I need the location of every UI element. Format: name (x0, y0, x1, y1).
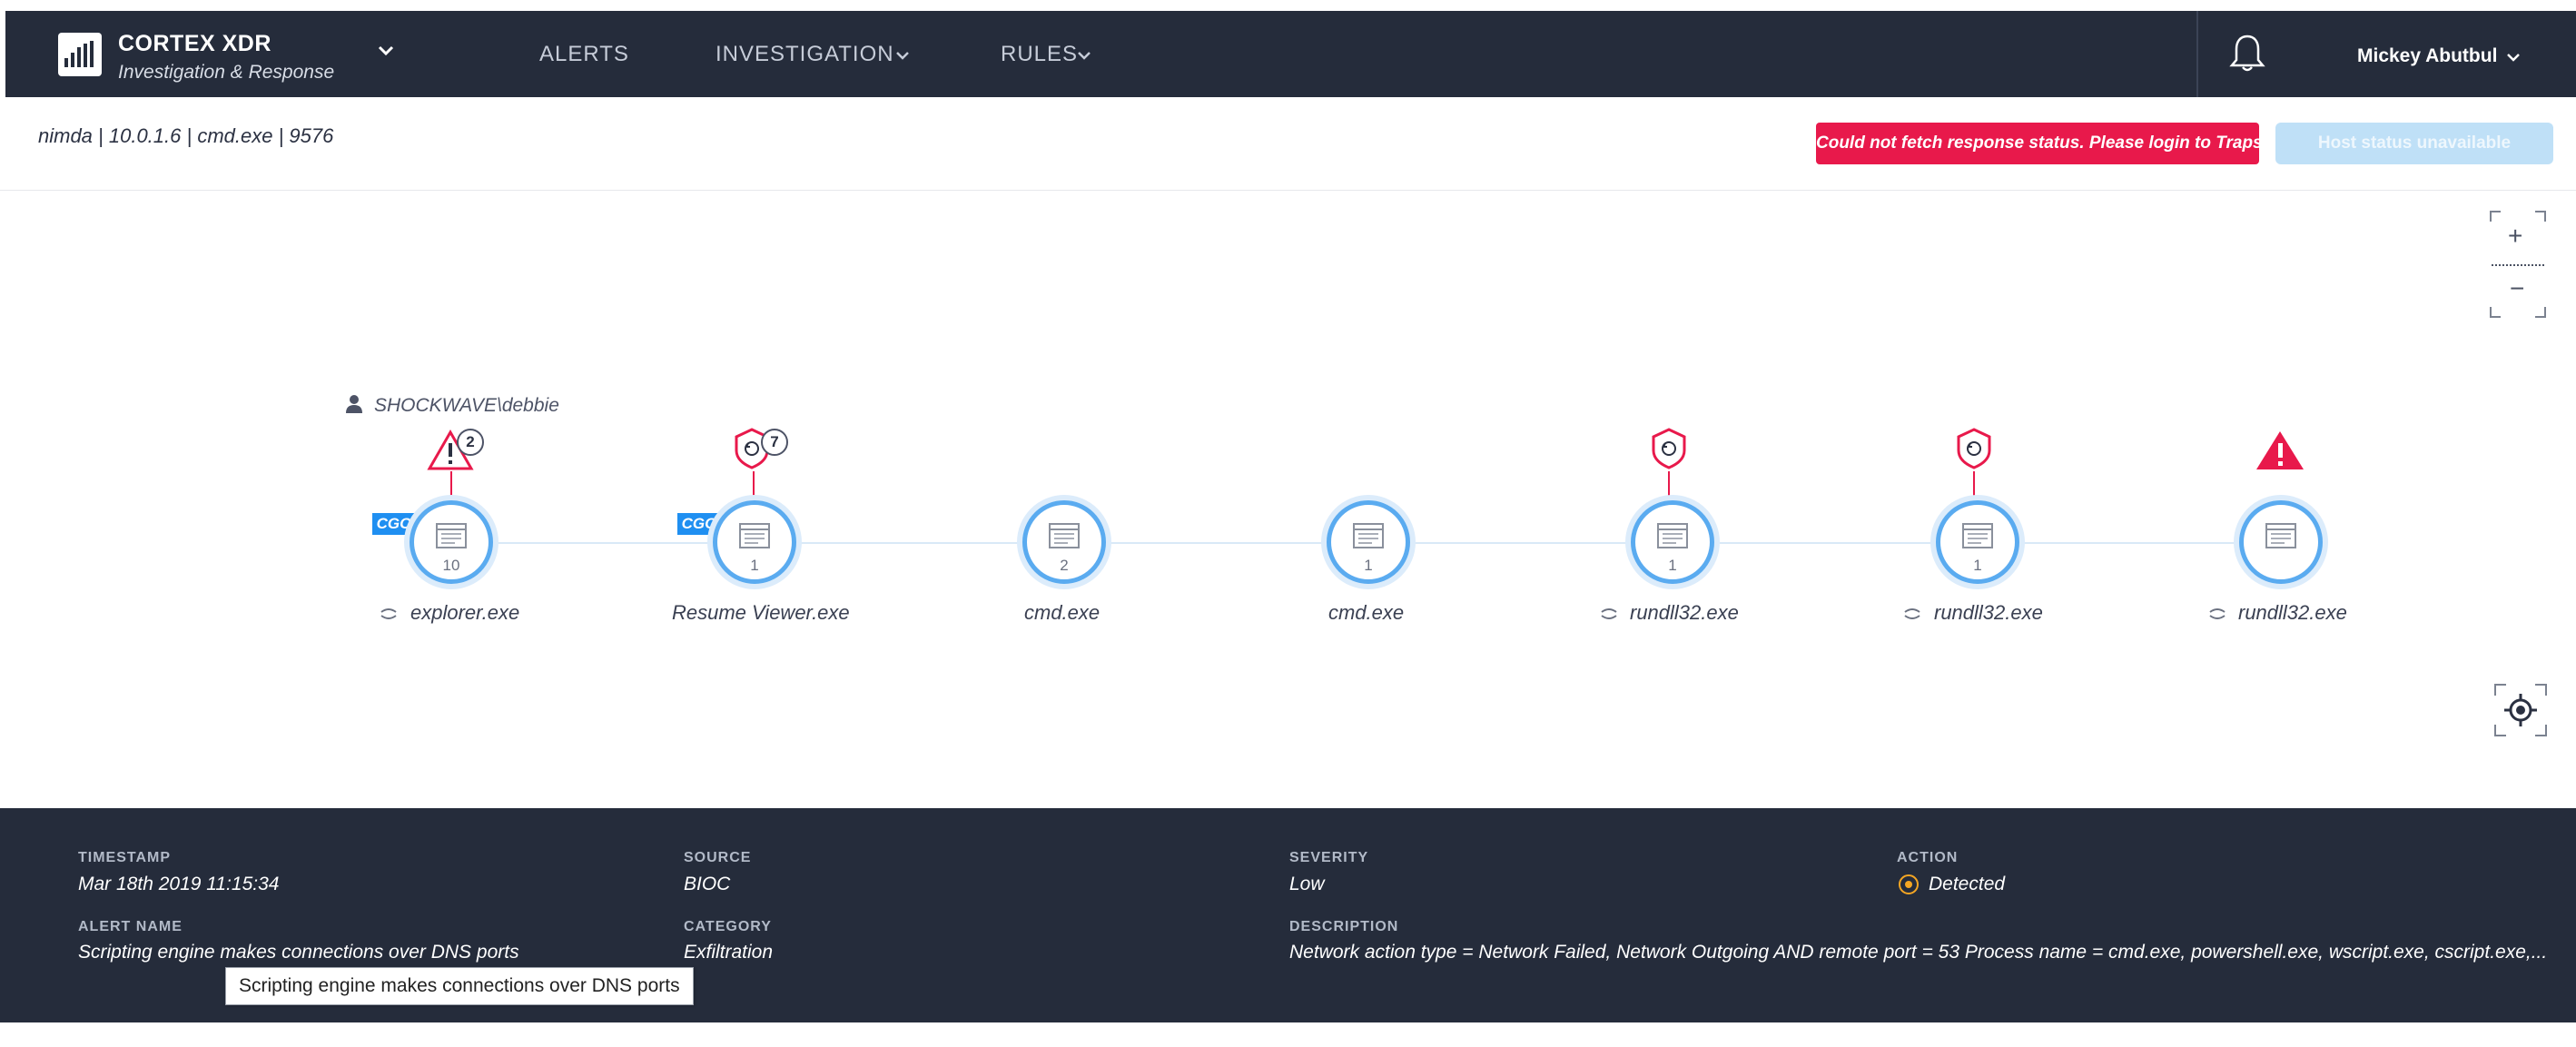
nav-alerts[interactable]: ALERTS (539, 42, 629, 67)
window-icon (1049, 523, 1080, 548)
category-value: Exfiltration (684, 942, 774, 963)
alert-name-value[interactable]: Scripting engine makes connections over … (78, 942, 519, 963)
brand-title[interactable]: CORTEX XDR (118, 31, 271, 57)
timestamp-label: TIMESTAMP (78, 850, 172, 865)
window-icon (1962, 523, 1993, 548)
process-node-cmd-2[interactable]: 1 (1321, 495, 1416, 589)
process-node-cmd-1[interactable]: 2 (1017, 495, 1111, 589)
timestamp-value: Mar 18th 2019 11:15:34 (78, 874, 280, 894)
node-count: 1 (1364, 557, 1373, 574)
host-status-button[interactable]: Host status unavailable (2275, 123, 2553, 164)
node-label: cmd.exe (1024, 601, 1100, 624)
window-icon (1353, 523, 1384, 548)
action-label: ACTION (1897, 850, 1959, 865)
description-value[interactable]: Network action type = Network Failed, Ne… (1289, 942, 2547, 963)
node-label: cmd.exe (1328, 601, 1405, 624)
chevron-down-icon[interactable] (2506, 53, 2521, 62)
node-count: 1 (1668, 557, 1677, 574)
link-icon (380, 608, 397, 619)
window-icon (2265, 523, 2296, 548)
top-navbar: CORTEX XDR Investigation & Response ALER… (5, 11, 2576, 97)
causality-graph: SHOCKWAVE\debbie 2 CGO 10 explorer.exe 7… (0, 191, 2576, 808)
process-node-rundll32-2[interactable]: 1 (1930, 495, 2025, 589)
chevron-down-icon[interactable] (378, 45, 394, 56)
node-label: rundll32.exe (1630, 601, 1739, 624)
context-bar: nimda | 10.0.1.6 | cmd.exe | 9576 Could … (0, 97, 2576, 191)
window-icon (1657, 523, 1688, 548)
window-icon (436, 523, 467, 548)
shield-icon[interactable] (1650, 427, 1688, 470)
nav-rules[interactable]: RULES (1001, 42, 1078, 67)
chevron-down-icon[interactable] (1077, 51, 1091, 60)
app-window: CORTEX XDR Investigation & Response ALER… (0, 0, 2576, 1047)
shield-icon[interactable] (1955, 427, 1993, 470)
node-label: rundll32.exe (2238, 601, 2347, 624)
alert-name-label: ALERT NAME (78, 919, 183, 934)
node-label: Resume Viewer.exe (672, 601, 850, 624)
action-value: Detected (1929, 874, 2006, 894)
chevron-down-icon[interactable] (895, 51, 910, 60)
node-count: 2 (1060, 557, 1069, 574)
brand-subtitle[interactable]: Investigation & Response (118, 62, 334, 84)
description-label: DESCRIPTION (1289, 919, 1399, 934)
user-menu[interactable]: Mickey Abutbul (2357, 45, 2497, 67)
process-node-resume-viewer[interactable]: 1 (707, 495, 802, 589)
user-icon (346, 395, 362, 413)
breadcrumb: nimda | 10.0.1.6 | cmd.exe | 9576 (38, 124, 334, 147)
response-status-error-button[interactable]: Could not fetch response status. Please … (1816, 123, 2263, 164)
process-node-rundll32-1[interactable]: 1 (1625, 495, 1720, 589)
node-label: rundll32.exe (1934, 601, 2043, 624)
node-count: 1 (1973, 557, 1982, 574)
nav-investigation[interactable]: INVESTIGATION (716, 42, 894, 67)
process-node-explorer[interactable]: 10 (404, 495, 498, 589)
user-account-label: SHOCKWAVE\debbie (374, 395, 559, 416)
severity-label: SEVERITY (1289, 850, 1369, 865)
cortex-logo-icon[interactable] (58, 33, 102, 76)
source-label: SOURCE (684, 850, 752, 865)
nav-divider (2196, 11, 2198, 97)
node-count: 10 (442, 557, 460, 574)
category-label: CATEGORY (684, 919, 772, 934)
action-status-icon (1899, 874, 1919, 894)
window-icon (739, 523, 770, 548)
bell-icon[interactable] (2227, 33, 2267, 74)
link-icon (1601, 608, 1617, 619)
alert-name-tooltip: Scripting engine makes connections over … (225, 967, 694, 1005)
warning-filled-icon[interactable] (2255, 430, 2305, 471)
process-node-rundll32-3[interactable] (2234, 495, 2328, 589)
node-label: explorer.exe (410, 601, 520, 624)
link-icon (2209, 608, 2226, 619)
alert-count-badge[interactable]: 2 (457, 429, 484, 456)
alert-count-badge[interactable]: 7 (761, 429, 788, 456)
link-icon (1904, 608, 1920, 619)
source-value: BIOC (684, 874, 731, 894)
severity-value: Low (1289, 874, 1325, 894)
node-count: 1 (750, 557, 759, 574)
